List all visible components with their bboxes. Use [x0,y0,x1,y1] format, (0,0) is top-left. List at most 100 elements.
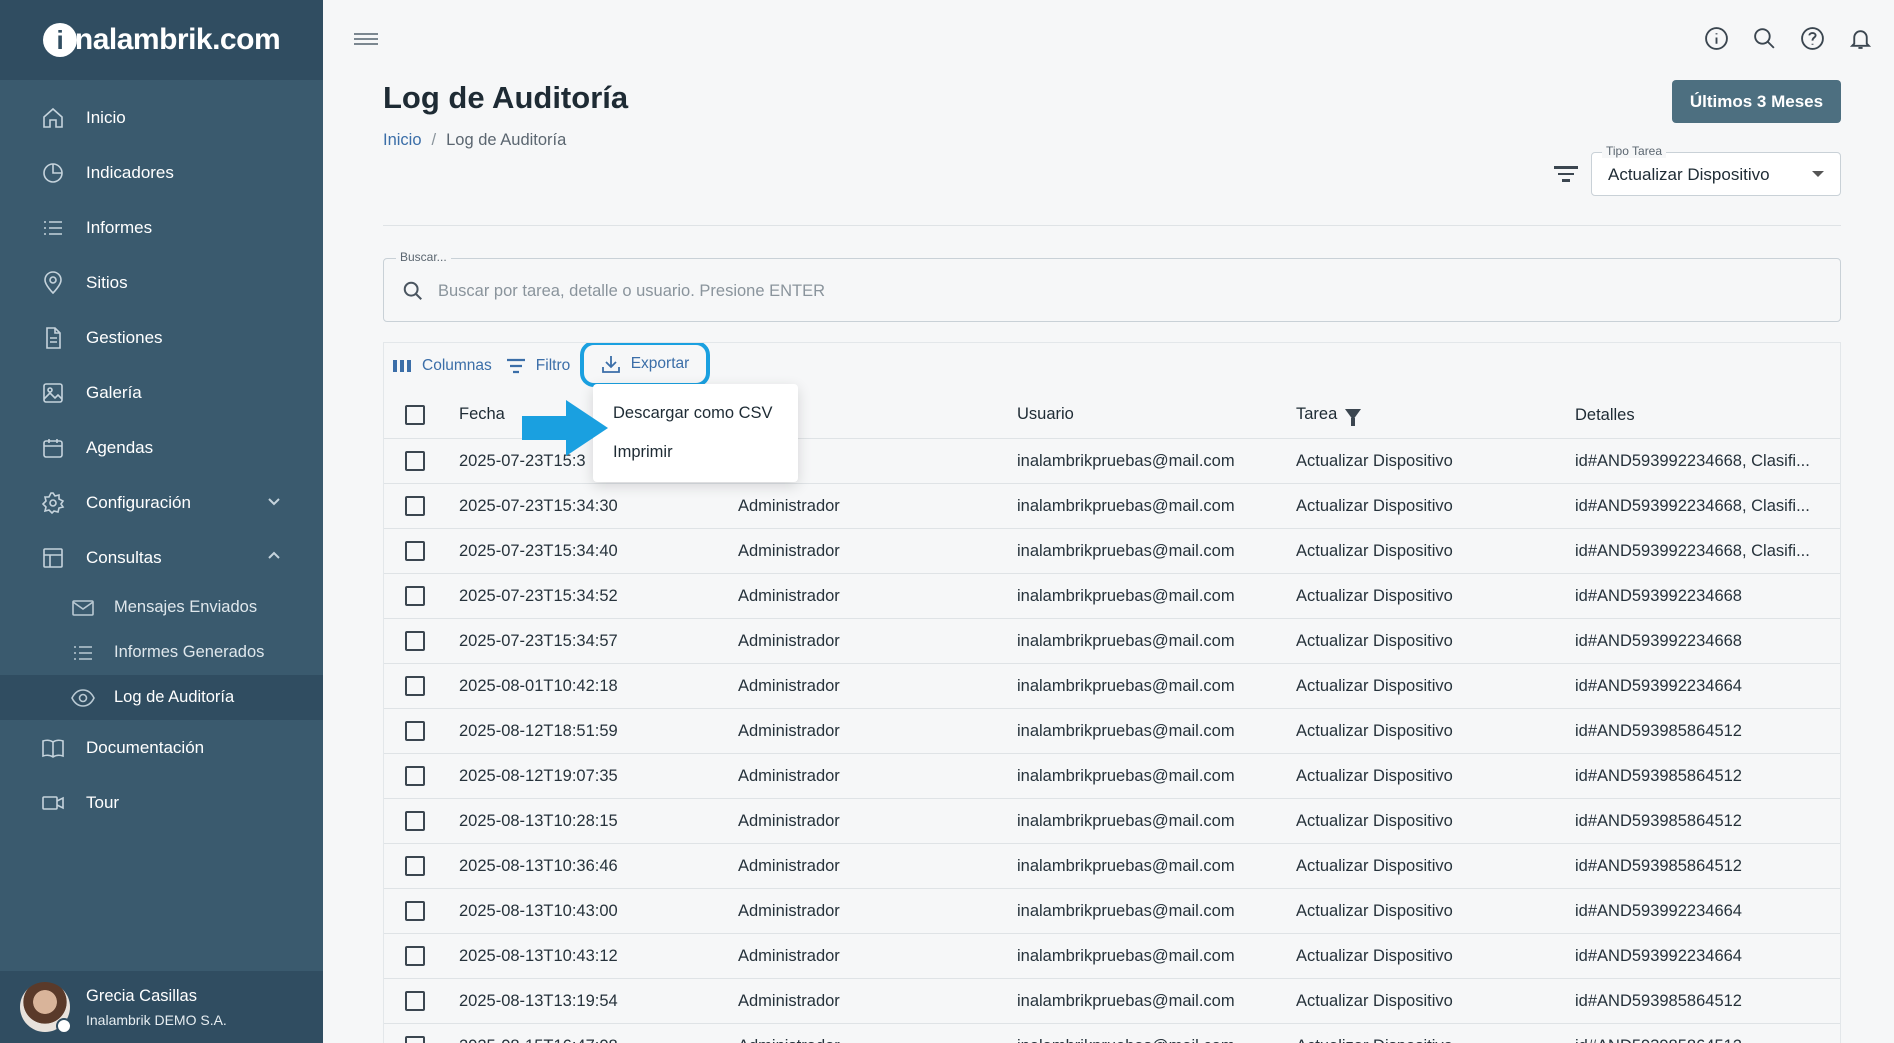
row-checkbox[interactable] [405,721,425,741]
table-row[interactable]: 2025-08-13T10:28:15 Administrador inalambr… [384,799,1840,844]
cell-rol: Administrador [738,946,840,965]
table-row[interactable]: 2025-08-13T10:43:12 Administrador inalambr… [384,934,1840,979]
sidebar-item-sitios[interactable]: Sitios [0,255,323,310]
cell-tarea: Actualizar Dispositivo [1296,811,1453,830]
bell-icon[interactable] [1846,24,1874,52]
sidebar-item-indicadores[interactable]: Indicadores [0,145,323,200]
filter-active-icon[interactable] [1345,409,1362,426]
cell-rol: Administrador [738,721,840,740]
cell-usuario: inalambrikpruebas@mail.com [1017,496,1235,515]
filter-button[interactable]: Filtro [506,356,570,376]
task-type-value: Actualizar Dispositivo [1608,165,1770,184]
table-row[interactable]: 2025-08-13T10:36:46 Administrador inalambr… [384,844,1840,889]
date-range-button[interactable]: Últimos 3 Meses [1672,80,1841,123]
cell-tarea: Actualizar Dispositivo [1296,631,1453,650]
table-row[interactable]: 2025-07-23T15:34:52 Administrador inalambr… [384,574,1840,619]
cell-fecha: 2025-07-23T15:34:30 [459,496,618,515]
logo[interactable]: i nalambrik.com [42,23,281,57]
row-checkbox[interactable] [405,586,425,606]
sidebar-subitem-informes-generados[interactable]: Informes Generados [0,630,323,675]
cell-usuario: inalambrikpruebas@mail.com [1017,586,1235,605]
sidebar-item-consultas[interactable]: Consultas [0,530,323,585]
column-header-usuario[interactable]: Usuario [1017,391,1287,438]
select-all-checkbox[interactable] [405,404,425,425]
search-icon[interactable] [1750,24,1778,52]
print-menu-item[interactable]: Imprimir [593,433,798,472]
sidebar-item-informes[interactable]: Informes [0,200,323,255]
cell-rol: Administrador [738,676,840,695]
row-checkbox[interactable] [405,901,425,921]
task-type-select[interactable]: Tipo Tarea Actualizar Dispositivo [1591,144,1841,196]
row-checkbox[interactable] [405,766,425,786]
menu-toggle-icon[interactable] [354,30,378,50]
sidebar-item-agendas[interactable]: Agendas [0,420,323,475]
list-icon [40,215,66,241]
breadcrumb-current: Log de Auditoría [446,131,567,149]
sidebar-item-documentacion[interactable]: Documentación [0,720,323,775]
row-checkbox[interactable] [405,541,425,561]
info-icon[interactable] [1702,24,1730,52]
table-row[interactable]: 2025-08-12T19:07:35 Administrador inalambr… [384,754,1840,799]
sidebar-item-configuracion[interactable]: Configuración [0,475,323,530]
sidebar-item-galeria[interactable]: Galería [0,365,323,420]
cell-usuario: inalambrikpruebas@mail.com [1017,676,1235,695]
cell-fecha: 2025-07-23T15:34:40 [459,541,618,560]
cell-usuario: inalambrikpruebas@mail.com [1017,541,1235,560]
breadcrumb-home-link[interactable]: Inicio [383,131,422,149]
table-row[interactable]: 2025-08-12T18:51:59 Administrador inalambr… [384,709,1840,754]
table-row[interactable]: 2025-08-13T13:19:54 Administrador inalambr… [384,979,1840,1024]
cell-usuario: inalambrikpruebas@mail.com [1017,721,1235,740]
column-header-tarea[interactable]: Tarea [1296,391,1566,438]
table-row[interactable]: 2025-07-23T15:34:30 Administrador inalambr… [384,484,1840,529]
cell-tarea: Actualizar Dispositivo [1296,541,1453,560]
row-checkbox[interactable] [405,1036,425,1043]
row-checkbox[interactable] [405,451,425,471]
row-checkbox[interactable] [405,991,425,1011]
filter-list-icon[interactable] [1554,166,1578,184]
row-checkbox[interactable] [405,676,425,696]
table-row[interactable]: 2025-08-13T10:43:00 Administrador inalambr… [384,889,1840,934]
table-row[interactable]: 2025-07-23T15:34:57 Administrador inalambr… [384,619,1840,664]
list-icon [70,640,96,666]
sidebar-item-gestiones[interactable]: Gestiones [0,310,323,365]
sidebar-subitem-mensajes-enviados[interactable]: Mensajes Enviados [0,585,323,630]
help-icon[interactable] [1798,24,1826,52]
row-checkbox[interactable] [405,946,425,966]
table-row[interactable]: 2025-08-01T10:42:18 Administrador inalambr… [384,664,1840,709]
cell-fecha: 2025-08-13T10:28:15 [459,811,618,830]
table-row[interactable]: 2025-08-15T16:47:08 Administrador inalambr… [384,1024,1840,1043]
filter-icon [506,358,525,374]
sidebar-item-tour[interactable]: Tour [0,775,323,830]
cell-detalles: id#AND593992234664 [1575,677,1742,695]
book-icon [40,735,66,761]
cell-rol: Administrador [738,766,840,785]
table-row[interactable]: 2025-07-23T15:34:40 Administrador inalambr… [384,529,1840,574]
cell-rol: Administrador [738,901,840,920]
cell-detalles: id#AND593985864512 [1575,767,1742,785]
export-button[interactable]: Exportar [580,343,710,387]
sidebar-item-inicio[interactable]: Inicio [0,90,323,145]
sidebar-item-label: Sitios [86,272,128,292]
cell-rol: Administrador [738,856,840,875]
search-input[interactable] [438,275,1818,307]
row-checkbox[interactable] [405,496,425,516]
cell-tarea: Actualizar Dispositivo [1296,676,1453,695]
columns-button[interactable]: Columnas [392,356,492,376]
column-header-detalles[interactable]: Detalles [1575,391,1833,438]
cell-tarea: Actualizar Dispositivo [1296,766,1453,785]
cell-detalles: id#AND593985864512 [1575,722,1742,740]
row-checkbox[interactable] [405,631,425,651]
row-checkbox[interactable] [405,856,425,876]
columns-icon [393,360,411,372]
task-type-label: Tipo Tarea [1602,144,1667,158]
cell-tarea: Actualizar Dispositivo [1296,496,1453,515]
sidebar-subitem-log-auditoria[interactable]: Log de Auditoría [0,675,323,720]
cell-tarea: Actualizar Dispositivo [1296,901,1453,920]
user-profile[interactable]: Grecia Casillas Inalambrik DEMO S.A. [0,971,323,1043]
download-csv-menu-item[interactable]: Descargar como CSV [593,394,798,433]
cell-tarea: Actualizar Dispositivo [1296,586,1453,605]
logo-bar: i nalambrik.com [0,0,323,80]
cell-detalles: id#AND593992234664 [1575,902,1742,920]
row-checkbox[interactable] [405,811,425,831]
status-dot [56,1018,72,1034]
